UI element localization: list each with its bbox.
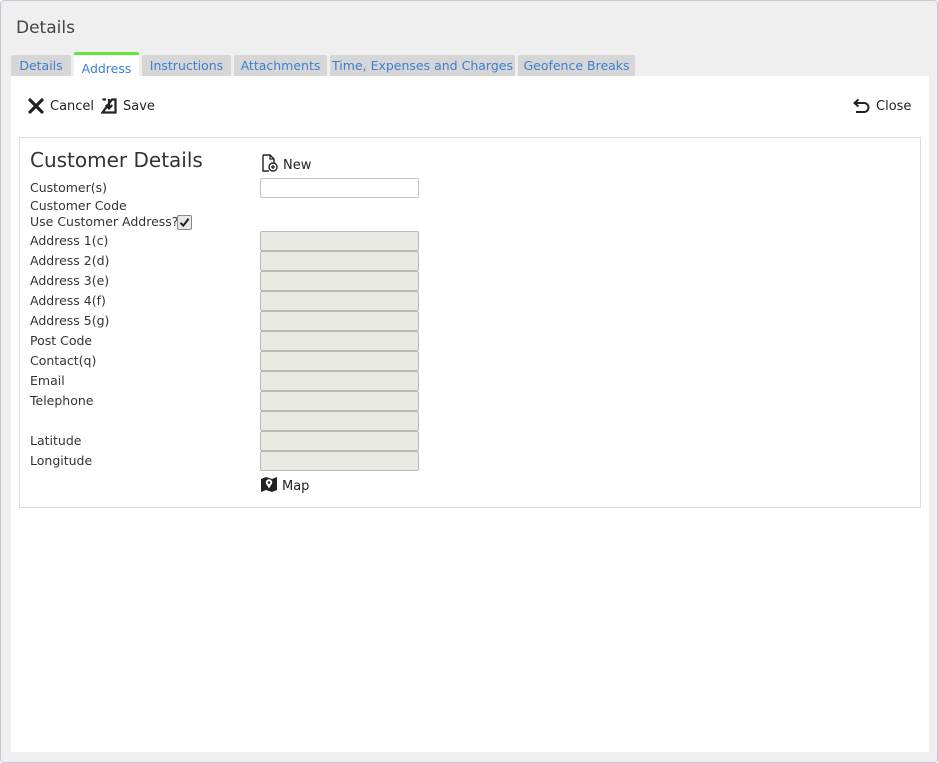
- postcode-label: Post Code: [30, 333, 93, 348]
- window-title: Details: [16, 18, 75, 38]
- latitude-field[interactable]: [260, 431, 419, 451]
- save-icon: [101, 98, 117, 114]
- tab-geofence-breaks[interactable]: Geofence Breaks: [518, 55, 635, 76]
- use-customer-address-checkbox[interactable]: [177, 215, 192, 230]
- close-button[interactable]: Close: [852, 96, 911, 116]
- customer-details-section: Customer Details New Customer(s) Custome…: [19, 137, 921, 508]
- telephone-field-2[interactable]: [260, 411, 419, 431]
- address3-label: Address 3(e): [30, 273, 110, 288]
- address-panel: Cancel Save Close Customer Details New C…: [11, 76, 929, 752]
- contact-field[interactable]: [260, 351, 419, 371]
- address2-label: Address 2(d): [30, 253, 110, 268]
- contact-label: Contact(q): [30, 353, 97, 368]
- address5-label: Address 5(g): [30, 313, 110, 328]
- new-document-icon: [261, 154, 279, 176]
- customers-input[interactable]: [260, 178, 419, 198]
- address1-field[interactable]: [260, 231, 419, 251]
- save-label: Save: [123, 98, 155, 114]
- close-label: Close: [876, 98, 912, 114]
- tab-attachments[interactable]: Attachments: [234, 55, 327, 76]
- checkmark-icon: [179, 213, 190, 232]
- address2-field[interactable]: [260, 251, 419, 271]
- map-button[interactable]: Map: [260, 476, 309, 497]
- details-window: Details Details Address Instructions Att…: [0, 0, 938, 763]
- save-button[interactable]: Save: [101, 96, 155, 116]
- new-label: New: [283, 157, 312, 173]
- customers-label: Customer(s): [30, 180, 107, 195]
- email-label: Email: [30, 373, 65, 388]
- latitude-label: Latitude: [30, 433, 82, 448]
- address4-label: Address 4(f): [30, 293, 106, 308]
- cancel-label: Cancel: [50, 98, 95, 114]
- postcode-field[interactable]: [260, 331, 419, 351]
- longitude-label: Longitude: [30, 453, 93, 468]
- address3-field[interactable]: [260, 271, 419, 291]
- section-title: Customer Details: [30, 148, 203, 172]
- telephone-label: Telephone: [30, 393, 94, 408]
- tab-instructions[interactable]: Instructions: [142, 55, 231, 76]
- address5-field[interactable]: [260, 311, 419, 331]
- longitude-field[interactable]: [260, 451, 419, 471]
- address1-label: Address 1(c): [30, 233, 109, 248]
- email-field[interactable]: [260, 371, 419, 391]
- customer-code-label: Customer Code: [30, 198, 127, 213]
- telephone-field[interactable]: [260, 391, 419, 411]
- tab-details[interactable]: Details: [11, 55, 71, 76]
- map-label: Map: [282, 479, 310, 494]
- new-customer-button[interactable]: New: [261, 154, 311, 176]
- address4-field[interactable]: [260, 291, 419, 311]
- map-icon: [260, 476, 278, 497]
- use-customer-address-label: Use Customer Address?: [30, 214, 179, 229]
- tab-address[interactable]: Address: [74, 52, 139, 76]
- undo-arrow-icon: [852, 98, 870, 114]
- cancel-button[interactable]: Cancel: [28, 96, 94, 116]
- cancel-icon: [28, 98, 44, 114]
- tab-time-expenses-charges[interactable]: Time, Expenses and Charges: [330, 55, 515, 76]
